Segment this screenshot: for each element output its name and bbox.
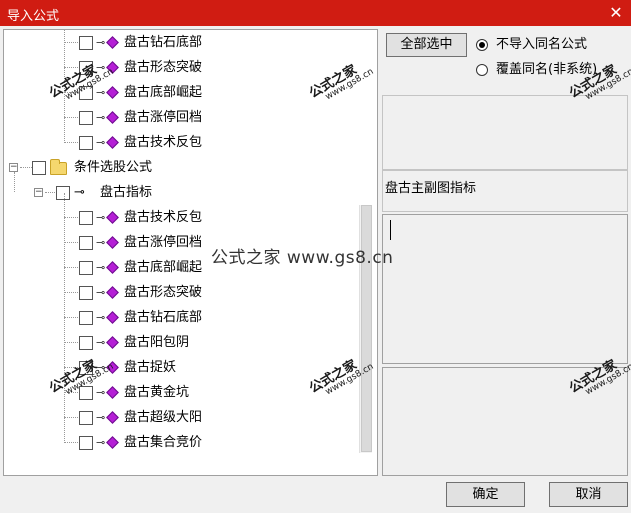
tree-item-checkbox[interactable] [79, 286, 93, 300]
tree-item-label: 盘古钻石底部 [124, 35, 203, 50]
tree-connector-glyph: ⊸ [96, 411, 106, 424]
tree-subfolder-label: 盘古指标 [100, 185, 153, 200]
tree-connector [64, 267, 78, 268]
tree-vertical-guide [14, 172, 15, 192]
tree-connector [20, 167, 32, 168]
tree-connector-glyph: ⊸ [96, 236, 106, 249]
tree-item-checkbox[interactable] [79, 211, 93, 225]
tree-item-checkbox[interactable] [79, 311, 93, 325]
formula-description: 盘古主副图指标 [385, 181, 477, 196]
cancel-button[interactable]: 取消 [549, 482, 628, 507]
tree-item-checkbox[interactable] [79, 236, 93, 250]
tree-item-label: 盘古涨停回档 [124, 110, 203, 125]
formula-diamond-icon [106, 86, 119, 99]
tree-item-label: 盘古黄金坑 [124, 385, 190, 400]
formula-diamond-icon [106, 411, 119, 424]
radio-skip-same-name-indicator[interactable] [476, 39, 488, 51]
tree-connector [64, 292, 78, 293]
formula-diamond-icon [106, 236, 119, 249]
close-button[interactable]: ✕ [601, 0, 631, 26]
window-title: 导入公式 [7, 9, 60, 24]
folder-icon [50, 159, 67, 175]
collapse-expander[interactable]: − [34, 188, 43, 197]
tree-connector-glyph: ⊸ [96, 286, 106, 299]
tree-item[interactable]: ⊸ 盘古集合竞价 [4, 430, 359, 455]
tree-connector [64, 117, 78, 118]
tree-connector-glyph: ⊸ [96, 436, 106, 449]
tree-connector-glyph: ⊸ [96, 36, 106, 49]
tree-connector [64, 142, 78, 143]
formula-diamond-icon [106, 386, 119, 399]
formula-diamond-icon [106, 311, 119, 324]
tree-folder-checkbox[interactable] [32, 161, 46, 175]
formula-diamond-icon [106, 211, 119, 224]
tree-item-checkbox[interactable] [79, 261, 93, 275]
tree-connector [64, 242, 78, 243]
tree-connector [64, 442, 78, 443]
formula-diamond-icon [106, 336, 119, 349]
tree-connector [64, 42, 78, 43]
tree-item-label: 盘古涨停回档 [124, 235, 203, 250]
tree-item-label: 盘古阳包阴 [124, 335, 190, 350]
radio-overwrite-same-name-indicator[interactable] [476, 64, 488, 76]
tree-item-label: 盘古形态突破 [124, 60, 203, 75]
tree-connector [64, 342, 78, 343]
tree-item-label: 盘古捉妖 [124, 360, 177, 375]
tree-connector-glyph: ⊸ [96, 311, 106, 324]
tree-item-label: 盘古底部崛起 [124, 85, 203, 100]
options-groupbox [382, 95, 628, 170]
tree-item-label: 盘古集合竞价 [124, 435, 203, 450]
tree-connector-glyph: ⊸ [96, 136, 106, 149]
formula-diamond-icon [106, 36, 119, 49]
formula-text-area[interactable] [382, 214, 628, 364]
formula-diamond-icon [106, 436, 119, 449]
tree-item-checkbox[interactable] [79, 111, 93, 125]
tree-folder-conditional[interactable]: − 条件选股公式 [4, 155, 359, 180]
select-all-button[interactable]: 全部选中 [386, 33, 467, 57]
key-icon: ⊸ [74, 185, 85, 200]
tree-vertical-guide [64, 193, 65, 443]
ok-button[interactable]: 确定 [446, 482, 525, 507]
formula-diamond-icon [106, 286, 119, 299]
tree-connector [45, 192, 55, 193]
tree-item[interactable]: ⊸ 盘古形态突破 [4, 55, 359, 80]
tree-folder-label: 条件选股公式 [74, 160, 153, 175]
tree-item[interactable]: ⊸ 盘古技术反包 [4, 130, 359, 155]
formula-diamond-icon [106, 261, 119, 274]
radio-skip-same-name-label: 不导入同名公式 [496, 37, 588, 52]
tree-connector-glyph: ⊸ [96, 111, 106, 124]
tree-subfolder-checkbox[interactable] [56, 186, 70, 200]
tree-connector [64, 317, 78, 318]
tree-item[interactable]: ⊸ 盘古钻石底部 [4, 305, 359, 330]
tree-item[interactable]: ⊸ 盘古阳包阴 [4, 330, 359, 355]
tree-item-label: 盘古技术反包 [124, 135, 203, 150]
collapse-expander[interactable]: − [9, 163, 18, 172]
tree-item-label: 盘古底部崛起 [124, 260, 203, 275]
tree-item[interactable]: ⊸ 盘古超级大阳 [4, 405, 359, 430]
tree-item-label: 盘古形态突破 [124, 285, 203, 300]
tree-item-checkbox[interactable] [79, 336, 93, 350]
tree-item-checkbox[interactable] [79, 436, 93, 450]
tree-item-checkbox[interactable] [79, 136, 93, 150]
tree-item[interactable]: ⊸ 盘古技术反包 [4, 205, 359, 230]
tree-connector-glyph: ⊸ [96, 386, 106, 399]
tree-item-checkbox[interactable] [79, 411, 93, 425]
tree-item-label: 盘古技术反包 [124, 210, 203, 225]
tree-connector-glyph: ⊸ [96, 261, 106, 274]
tree-item-label: 盘古超级大阳 [124, 410, 203, 425]
formula-diamond-icon [106, 111, 119, 124]
watermark-center: 公式之家 www.gs8.cn [211, 248, 394, 268]
formula-diamond-icon [106, 136, 119, 149]
tree-connector [64, 217, 78, 218]
tree-item[interactable]: ⊸ 盘古涨停回档 [4, 105, 359, 130]
tree-subfolder-indicator[interactable]: − ⊸ 盘古指标 [4, 172, 359, 205]
tree-item-label: 盘古钻石底部 [124, 310, 203, 325]
title-bar: 导入公式 ✕ [0, 0, 631, 26]
tree-item[interactable]: ⊸ 盘古钻石底部 [4, 30, 359, 55]
tree-connector [64, 417, 78, 418]
tree-connector-glyph: ⊸ [96, 211, 106, 224]
text-caret [390, 220, 391, 240]
tree-item[interactable]: ⊸ 盘古形态突破 [4, 280, 359, 305]
tree-item-checkbox[interactable] [79, 36, 93, 50]
